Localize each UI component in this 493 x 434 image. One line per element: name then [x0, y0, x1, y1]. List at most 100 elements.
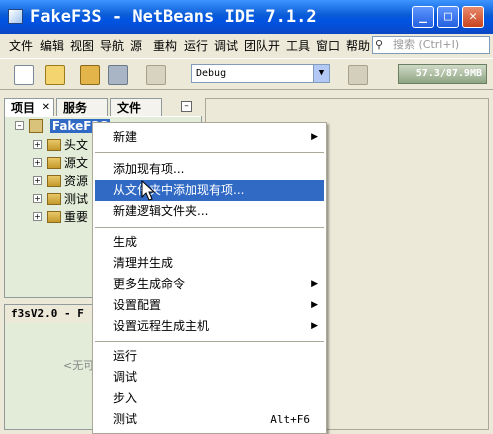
menu-separator — [95, 341, 324, 342]
tab-files-label: 文件 — [117, 101, 142, 115]
menu-item-label: 运行 — [113, 349, 138, 363]
expand-icon[interactable]: + — [33, 140, 42, 149]
menu-item-label: 调试 — [113, 370, 138, 384]
menu-tools[interactable]: 工具 — [286, 37, 310, 54]
folder-icon — [47, 193, 61, 205]
menu-team[interactable]: 团队开 — [244, 37, 280, 54]
submenu-arrow-icon: ▶ — [311, 132, 318, 142]
configuration-select[interactable]: Debug ▼ — [191, 64, 330, 83]
folder-icon — [47, 139, 61, 151]
menu-item-new-logical-folder[interactable]: 新建逻辑文件夹... — [95, 201, 324, 222]
magnifier-icon: ⚲ — [375, 38, 384, 51]
menu-item-label: 设置配置 — [113, 298, 162, 312]
menu-item-clean-build[interactable]: 清理并生成 — [95, 253, 324, 274]
expand-icon[interactable]: + — [33, 212, 42, 221]
folder-icon — [47, 211, 61, 223]
menu-item-label: 更多生成命令 — [113, 277, 186, 291]
menu-item-set-config[interactable]: 设置配置 ▶ — [95, 295, 324, 316]
save-all-icon[interactable] — [108, 65, 128, 85]
tab-projects-label: 项目 — [11, 101, 36, 115]
menu-item-label: 清理并生成 — [113, 256, 174, 270]
open-project-icon[interactable] — [80, 65, 100, 85]
menu-item-shortcut: Alt+F6 — [270, 413, 310, 426]
context-menu: 新建 ▶ 添加现有项... 从文件夹中添加现有项... 新建逻辑文件夹... 生成… — [92, 122, 327, 434]
tab-files[interactable]: 文件 — [110, 98, 162, 116]
mouse-pointer-icon — [141, 180, 155, 201]
folder-icon — [47, 175, 61, 187]
menu-item-label: 从文件夹中添加现有项... — [113, 183, 245, 197]
new-project-icon[interactable] — [45, 65, 65, 85]
close-icon: ✕ — [469, 9, 477, 24]
close-button[interactable]: ✕ — [462, 6, 484, 28]
tree-item[interactable]: + 头文 — [33, 136, 89, 154]
window-title: FakeF3S - NetBeans IDE 7.1.2 — [30, 7, 317, 27]
menu-item-new[interactable]: 新建 ▶ — [95, 127, 324, 148]
menu-item-add-existing[interactable]: 添加现有项... — [95, 159, 324, 180]
menu-item-step-into[interactable]: 步入 — [95, 388, 324, 409]
menu-edit[interactable]: 编辑 — [40, 37, 64, 54]
menu-item-debug[interactable]: 调试 — [95, 367, 324, 388]
menu-item-label: 新建逻辑文件夹... — [113, 204, 209, 218]
stop-icon[interactable] — [348, 65, 368, 85]
tree-item-label: 资源 — [64, 174, 89, 188]
menu-item-label: 步入 — [113, 391, 138, 405]
menu-navigate[interactable]: 导航 — [100, 37, 124, 54]
maximize-button[interactable]: □ — [437, 6, 459, 28]
configuration-value: Debug — [196, 68, 227, 79]
menu-refactor[interactable]: 重构 — [153, 37, 177, 54]
search-input[interactable]: ⚲ 搜索 (Ctrl+I) — [372, 36, 490, 54]
menu-debug[interactable]: 调试 — [214, 37, 238, 54]
menu-separator — [95, 227, 324, 228]
menu-item-more-build[interactable]: 更多生成命令 ▶ — [95, 274, 324, 295]
minimize-icon: _ — [419, 9, 427, 24]
tab-services[interactable]: 服务 — [56, 98, 108, 116]
close-tab-icon[interactable]: ✕ — [42, 99, 50, 117]
tree-item-label: 测试 — [64, 192, 89, 206]
menu-item-test[interactable]: 测试 Alt+F6 — [95, 409, 324, 430]
project-tabs: 项目 ✕ 服务 文件 – — [4, 98, 202, 116]
project-icon — [29, 119, 43, 133]
minimize-button[interactable]: _ — [412, 6, 434, 28]
menu-item-run[interactable]: 运行 — [95, 346, 324, 367]
tree-item-label: 源文 — [64, 156, 89, 170]
menu-file[interactable]: 文件 — [9, 37, 33, 54]
tree-item-label: 重要 — [64, 210, 89, 224]
netbeans-app-icon — [8, 9, 23, 24]
menu-item-build[interactable]: 生成 — [95, 232, 324, 253]
navigator-empty-label: <无可 — [63, 359, 95, 372]
menu-item-label: 生成 — [113, 235, 138, 249]
menu-view[interactable]: 视图 — [70, 37, 94, 54]
tree-item[interactable]: + 重要 — [33, 208, 89, 226]
tab-services-label: 服务 — [63, 101, 88, 115]
minimize-panel-icon[interactable]: – — [181, 101, 192, 112]
menu-item-label: 新建 — [113, 130, 138, 144]
maximize-icon: □ — [444, 9, 452, 24]
menu-item-remote-host[interactable]: 设置远程生成主机 ▶ — [95, 316, 324, 337]
menu-run[interactable]: 运行 — [184, 37, 208, 54]
menu-help[interactable]: 帮助 — [346, 37, 370, 54]
menu-item-add-from-folder[interactable]: 从文件夹中添加现有项... — [95, 180, 324, 201]
submenu-arrow-icon: ▶ — [311, 300, 318, 310]
chevron-down-icon[interactable]: ▼ — [313, 65, 329, 82]
collapse-icon[interactable]: – — [15, 121, 24, 130]
expand-icon[interactable]: + — [33, 158, 42, 167]
new-file-icon[interactable] — [14, 65, 34, 85]
tree-item[interactable]: + 源文 — [33, 154, 89, 172]
tab-projects[interactable]: 项目 ✕ — [4, 98, 54, 116]
search-placeholder: 搜索 (Ctrl+I) — [393, 38, 460, 51]
folder-icon — [47, 157, 61, 169]
tree-item[interactable]: + 测试 — [33, 190, 89, 208]
undo-icon[interactable] — [146, 65, 166, 85]
submenu-arrow-icon: ▶ — [311, 321, 318, 331]
memory-indicator[interactable]: 57.3/87.9MB — [398, 64, 487, 84]
expand-icon[interactable]: + — [33, 194, 42, 203]
expand-icon[interactable]: + — [33, 176, 42, 185]
menu-item-label: 添加现有项... — [113, 162, 185, 176]
submenu-arrow-icon: ▶ — [311, 279, 318, 289]
menu-window[interactable]: 窗口 — [316, 37, 340, 54]
menu-item-label: 设置远程生成主机 — [113, 319, 210, 333]
memory-value: 57.3/87.9MB — [415, 68, 482, 79]
tree-item-label: 头文 — [64, 138, 89, 152]
menu-source[interactable]: 源 — [130, 37, 142, 54]
tree-item[interactable]: + 资源 — [33, 172, 89, 190]
